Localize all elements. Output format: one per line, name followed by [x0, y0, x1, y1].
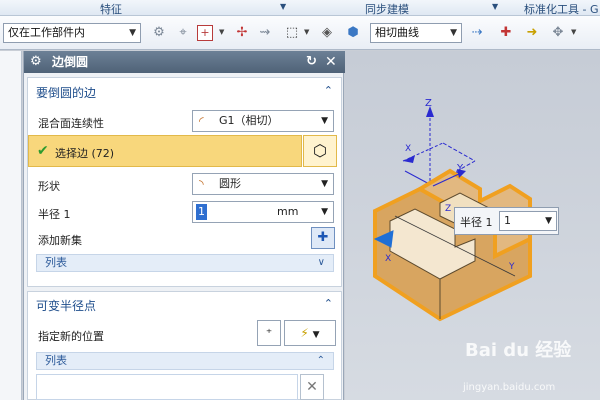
radius-unit[interactable]: mm [277, 202, 298, 222]
chevron-down-icon[interactable]: ▼ [545, 212, 552, 230]
chevron-down-icon[interactable]: ▼ [321, 202, 328, 222]
point-dialog-icon[interactable]: ⁺ [257, 320, 281, 346]
ribbon-group-feature-dropdown-icon[interactable]: ▼ [280, 2, 286, 11]
blend-icon: ◜ [199, 114, 204, 128]
radius-popup-label: 半径 1 [460, 216, 493, 229]
chevron-down-icon: ▼ [321, 116, 328, 126]
cube-select-icon[interactable]: ⬡ [303, 135, 337, 167]
close-icon[interactable]: ✕ [325, 51, 337, 73]
watermark-logo: Bai du 经验 [465, 340, 572, 361]
shape-value: 圆形 [219, 177, 241, 190]
shape-select[interactable]: ◝ 圆形 ▼ [192, 173, 334, 195]
select-edge-row[interactable]: ✔ 选择边 (72) [28, 135, 302, 167]
move-icon[interactable]: ✥ [549, 24, 567, 42]
radius-value[interactable]: 1 [196, 204, 207, 220]
ribbon-group-sync-dropdown-icon[interactable]: ▼ [492, 2, 498, 11]
list-header[interactable]: 列表 ∨ [36, 254, 334, 272]
follow-icon[interactable]: ⇢ [468, 24, 486, 42]
curve-rule-value: 相切曲线 [375, 26, 419, 39]
selection-filter-combo[interactable]: 仅在工作部件内 ▼ [3, 23, 141, 43]
reset-icon[interactable]: ↻ [306, 51, 317, 73]
eraser-icon[interactable]: ◈ [318, 24, 336, 42]
axis-label-x: X [405, 144, 411, 154]
curve-rule-combo[interactable]: 相切曲线 ▼ [370, 23, 462, 43]
snap-icon[interactable]: ⚙ [150, 24, 168, 42]
list-label-2: 列表 [45, 354, 67, 367]
list-header-2[interactable]: 列表 ⌃ [36, 352, 334, 370]
add-new-set-button[interactable]: ✚ [311, 227, 335, 249]
add-new-set-label: 添加新集 [38, 234, 82, 247]
radius-label: 半径 1 [38, 208, 71, 221]
chevron-up-icon[interactable]: ⌃ [324, 297, 333, 310]
dialog-title-bar: ⚙ 边倒圆 ↻ ✕ [24, 51, 345, 73]
selection-filter-value: 仅在工作部件内 [8, 26, 85, 39]
list-label: 列表 [45, 256, 67, 269]
chevron-down-icon: ▼ [321, 179, 328, 189]
point-snap-icon[interactable]: ⌖ [174, 24, 192, 42]
axis-label-xc: X [385, 254, 391, 264]
new-position-label: 指定新的位置 [38, 330, 104, 343]
ribbon-group-feature[interactable]: 特征 [100, 1, 122, 17]
intersect-icon[interactable]: ✢ [233, 24, 251, 42]
chevron-down-icon[interactable]: ▼ [219, 28, 224, 36]
select-point-icon[interactable]: + [197, 25, 213, 41]
solid-body[interactable] [373, 168, 532, 322]
blend-continuity-select[interactable]: ◜ G1（相切） ▼ [192, 110, 334, 132]
section-variable-heading[interactable]: 可变半径点 [36, 297, 96, 314]
blend-continuity-label: 混合面连续性 [38, 117, 104, 130]
chevron-up-icon[interactable]: ⌃ [324, 84, 333, 97]
radius-popup-value[interactable]: 1 [504, 214, 511, 227]
x-axis-arrow [403, 155, 415, 163]
delete-icon[interactable]: ✕ [300, 374, 324, 400]
chevron-down-icon[interactable]: ▼ [571, 28, 576, 36]
chevron-down-icon: ▼ [129, 28, 136, 38]
axis-label-y: Y [456, 163, 464, 174]
chevron-down-icon: ∨ [317, 257, 325, 268]
select-edge-label: 选择边 (72) [55, 147, 115, 160]
cube-select-icon[interactable]: ⬢ [344, 24, 362, 42]
point-list[interactable] [36, 374, 298, 400]
graphics-viewport[interactable]: Z Y X X Y Z 半径 1 1 ▼ Bai du 经验 jingyan.b… [345, 51, 600, 400]
dialog-title: 边倒圆 [52, 55, 89, 69]
radius-onscreen-input: 半径 1 1 ▼ [454, 207, 559, 235]
radius-input[interactable]: 1 mm ▼ [192, 201, 334, 223]
section-variable-panel: 可变半径点 ⌃ 指定新的位置 ⁺ ⚡ ▼ 列表 ⌃ ✕ [27, 291, 342, 400]
arrow-right-icon[interactable]: ➜ [523, 24, 541, 42]
shape-round-icon: ◝ [199, 177, 204, 191]
rectangle-select-icon[interactable]: ⬚ [283, 24, 301, 42]
radius-popup-field[interactable]: 1 ▼ [499, 211, 557, 231]
section-edges-heading[interactable]: 要倒圆的边 [36, 84, 96, 101]
toolbar: 仅在工作部件内 ▼ ⚙ ⌖ + ▼ ✢ ⇝ ⬚ ▼ ◈ ⬢ 相切曲线 ▼ ⇢ ✚… [0, 16, 600, 50]
chevron-down-icon: ▼ [450, 28, 457, 38]
point-inferred-select[interactable]: ⚡ ▼ [284, 320, 336, 346]
chevron-down-icon: ▼ [312, 330, 320, 340]
lasso-icon[interactable]: ⇝ [256, 24, 274, 42]
ribbon-group-standard[interactable]: 标准化工具 - G [524, 1, 600, 17]
watermark-url: jingyan.baidu.com [463, 382, 556, 393]
chevron-down-icon[interactable]: ▼ [304, 28, 309, 36]
ribbon-group-sync[interactable]: 同步建模 [365, 1, 409, 17]
shape-label: 形状 [38, 180, 60, 193]
ribbon-group-bar: 特征 ▼ 同步建模 ▼ 标准化工具 - G [0, 0, 600, 16]
axis-label-z: Z [425, 98, 432, 109]
resource-bar[interactable] [0, 51, 22, 400]
check-icon: ✔ [37, 143, 49, 159]
section-edges-panel: 要倒圆的边 ⌃ 混合面连续性 ◜ G1（相切） ▼ ✔ 选择边 (72) ⬡ 形… [27, 77, 342, 287]
edge-blend-dialog: ⚙ 边倒圆 ↻ ✕ 要倒圆的边 ⌃ 混合面连续性 ◜ G1（相切） ▼ ✔ 选择… [23, 51, 345, 400]
axis-label-zc: Z [445, 204, 451, 214]
inferred-point-icon: ⚡ [300, 326, 309, 340]
axis-label-yc: Y [508, 262, 515, 272]
wcs-triad [402, 106, 476, 187]
gear-icon[interactable]: ⚙ [30, 51, 42, 73]
blend-continuity-value: G1（相切） [219, 114, 279, 127]
chevron-up-icon: ⌃ [316, 355, 325, 366]
stop-at-intersection-icon[interactable]: ✚ [497, 24, 515, 42]
